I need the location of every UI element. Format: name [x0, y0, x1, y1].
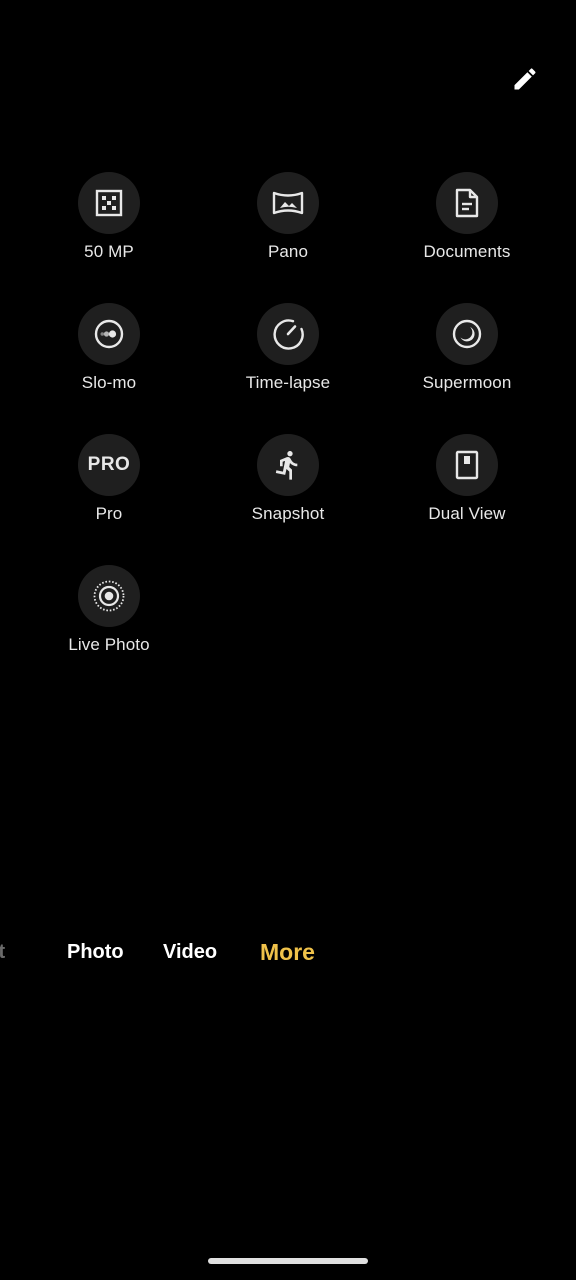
home-indicator[interactable] [208, 1258, 368, 1264]
document-icon [455, 188, 479, 218]
mode-dual-view[interactable]: Dual View [392, 434, 542, 544]
tab-video[interactable]: Video [163, 932, 217, 972]
mode-icon-circle [436, 172, 498, 234]
mode-label: Documents [423, 242, 511, 261]
mode-documents[interactable]: Documents [392, 172, 542, 282]
mode-icon-circle [78, 303, 140, 365]
mode-snapshot[interactable]: Snapshot [213, 434, 363, 544]
mode-50mp[interactable]: 50 MP [34, 172, 184, 282]
tab-portrait[interactable]: rait [0, 932, 5, 972]
mode-label: Dual View [428, 504, 506, 523]
mode-label: Pro [95, 504, 123, 523]
mode-icon-circle [78, 172, 140, 234]
mode-time-lapse[interactable]: Time-lapse [213, 303, 363, 413]
mode-icon-circle [436, 303, 498, 365]
mode-label: Live Photo [68, 635, 150, 654]
dual-view-icon [455, 450, 479, 480]
mode-icon-circle [257, 172, 319, 234]
mode-label: 50 MP [84, 242, 134, 261]
mode-icon-circle [257, 303, 319, 365]
mode-label: Supermoon [422, 373, 512, 392]
tab-photo[interactable]: Photo [67, 932, 124, 972]
camera-mode-tabs: rait Photo Video More [0, 932, 576, 972]
mode-label: Snapshot [251, 504, 325, 523]
slow-motion-icon [94, 319, 124, 349]
mode-icon-circle: PRO [78, 434, 140, 496]
timer-dial-icon [273, 319, 304, 350]
live-photo-icon [93, 580, 125, 612]
moon-icon [452, 319, 482, 349]
mode-label: Pano [267, 242, 309, 261]
grid-dots-icon [95, 189, 123, 217]
mode-supermoon[interactable]: Supermoon [392, 303, 542, 413]
mode-pano[interactable]: Pano [213, 172, 363, 282]
mode-pro[interactable]: PRO Pro [34, 434, 184, 544]
mode-live-photo[interactable]: Live Photo [34, 565, 184, 675]
mode-icon-circle [78, 565, 140, 627]
pro-text-icon: PRO [87, 454, 131, 475]
panorama-icon [272, 191, 304, 215]
mode-icon-circle [257, 434, 319, 496]
mode-label: Slo-mo [81, 373, 137, 392]
mode-icon-circle [436, 434, 498, 496]
running-person-icon [275, 450, 298, 480]
camera-mode-grid: 50 MP Pano Documents Slo-mo Time-lapse S… [0, 0, 576, 700]
tab-more[interactable]: More [260, 932, 315, 972]
mode-slo-mo[interactable]: Slo-mo [34, 303, 184, 413]
mode-label: Time-lapse [245, 373, 331, 392]
